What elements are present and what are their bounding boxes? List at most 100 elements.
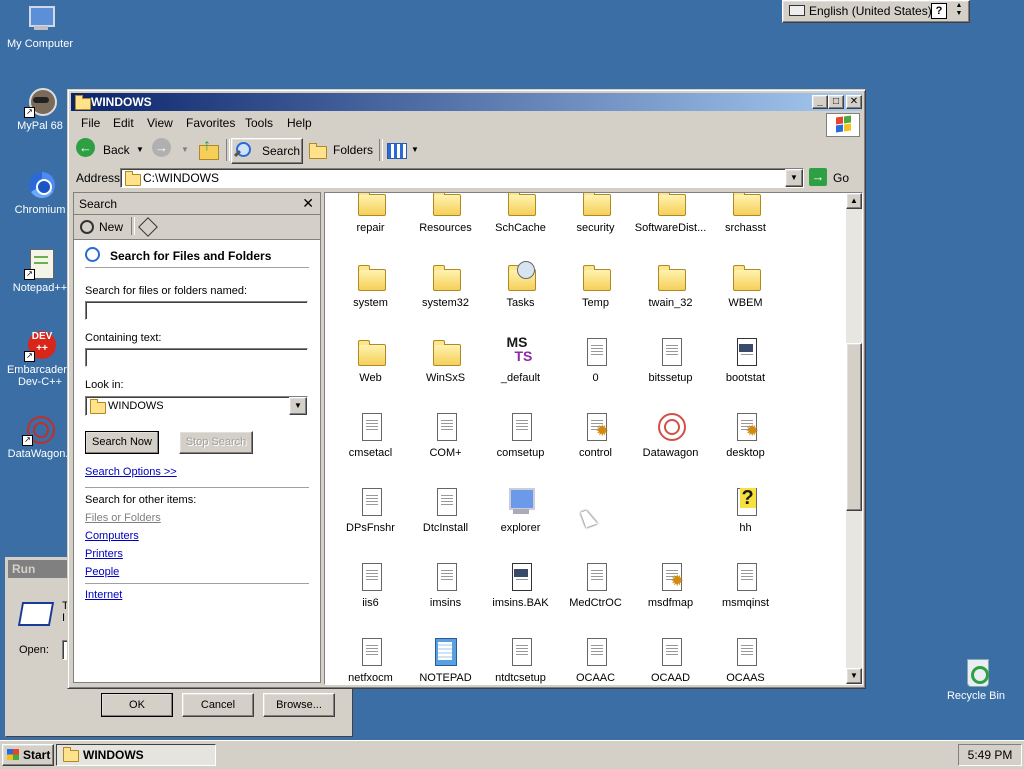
file-item[interactable]: OCAAC <box>558 636 633 684</box>
file-name: netfxocm <box>348 672 393 684</box>
file-item[interactable]: twain_32 <box>633 261 708 309</box>
desktop-icon-recycle-bin[interactable]: Recycle Bin <box>936 656 1016 702</box>
menu-favorites[interactable]: Favorites <box>186 116 235 130</box>
scroll-up-button[interactable]: ▲ <box>846 193 862 209</box>
file-item[interactable]: iis6 <box>333 561 408 609</box>
file-item[interactable]: srchasst <box>708 193 783 234</box>
file-item[interactable]: SchCache <box>483 193 558 234</box>
maximize-button[interactable]: □ <box>828 95 844 109</box>
file-item[interactable]: msmqinst <box>708 561 783 609</box>
vertical-scrollbar[interactable]: ▲ ▼ <box>846 193 862 684</box>
file-item[interactable]: MS TS _default <box>483 335 558 384</box>
file-item[interactable]: Resources <box>408 193 483 234</box>
language-bar[interactable]: English (United States) ? ▲ ▼ <box>782 0 970 23</box>
stop-search-button[interactable]: Stop Search <box>179 431 253 454</box>
file-item[interactable]: Web <box>333 336 408 384</box>
forward-dropdown-icon[interactable]: ▼ <box>181 138 189 162</box>
file-item[interactable]: DPsFnshr <box>333 486 408 534</box>
file-item[interactable]: MedCtrOC <box>558 561 633 609</box>
file-item[interactable]: NOTEPAD <box>408 636 483 684</box>
file-list[interactable]: repair Resources SchCache security SoftwareD… <box>324 192 863 685</box>
scroll-down-button[interactable]: ▼ <box>846 668 862 684</box>
file-item[interactable]: explorer <box>483 486 558 534</box>
address-dropdown-button[interactable]: ▼ <box>785 169 803 187</box>
new-search-button[interactable]: New <box>99 220 123 234</box>
lookin-select[interactable]: WINDOWS ▼ <box>85 396 308 416</box>
search-now-button[interactable]: Search Now <box>85 431 159 454</box>
file-item[interactable]: Datawagon <box>633 411 708 459</box>
search-options-link[interactable]: Search Options >> <box>85 466 177 478</box>
run-ok-button[interactable]: OK <box>101 693 173 717</box>
back-dropdown-icon[interactable]: ▼ <box>136 138 144 162</box>
datawagon-icon: ↗ <box>22 414 55 446</box>
langbar-options-arrow-icon[interactable]: ▲ ▼ <box>953 2 965 19</box>
explorer-window[interactable]: WINDOWS _ □ ✕ File Edit View Favorites T… <box>67 89 866 689</box>
file-item[interactable]: system32 <box>408 261 483 309</box>
file-item[interactable]: bitssetup <box>633 336 708 384</box>
desktop-icon-my-computer[interactable]: My Computer <box>0 4 80 50</box>
file-item[interactable]: ? hh <box>708 486 783 534</box>
file-item[interactable]: ntdtcsetup <box>483 636 558 684</box>
close-button[interactable]: ✕ <box>846 95 862 109</box>
file-item[interactable]: SoftwareDist... <box>633 193 708 234</box>
menu-tools[interactable]: Tools <box>245 116 273 130</box>
scrollbar-thumb[interactable] <box>846 343 862 511</box>
back-arrow-icon[interactable]: ← <box>76 138 95 157</box>
help-icon[interactable]: ? <box>931 3 947 19</box>
file-item[interactable]: imsins.BAK <box>483 561 558 609</box>
window-titlebar[interactable]: WINDOWS _ □ ✕ <box>71 93 862 111</box>
run-browse-button[interactable]: Browse... <box>263 693 335 717</box>
file-item[interactable]: Tasks <box>483 261 558 309</box>
menu-file[interactable]: File <box>81 116 100 130</box>
file-item[interactable]: COM+ <box>408 411 483 459</box>
menu-edit[interactable]: Edit <box>113 116 134 130</box>
language-indicator[interactable]: English (United States) <box>789 4 932 18</box>
go-button[interactable]: Go <box>833 171 849 185</box>
file-item[interactable]: WinSxS <box>408 336 483 384</box>
named-input[interactable] <box>85 301 308 320</box>
files-or-folders-link[interactable]: Files or Folders <box>85 512 161 524</box>
search-button[interactable]: Search <box>231 138 303 164</box>
lookin-dropdown-button[interactable]: ▼ <box>289 397 307 415</box>
file-item[interactable]: ✹ msdfmap <box>633 561 708 609</box>
run-cancel-button[interactable]: Cancel <box>182 693 254 717</box>
views-button[interactable]: ▼ <box>385 138 421 162</box>
computers-link[interactable]: Computers <box>85 530 139 542</box>
forward-arrow-icon[interactable]: → <box>152 138 171 157</box>
menu-help[interactable]: Help <box>287 116 312 130</box>
menu-view[interactable]: View <box>147 116 173 130</box>
folders-button[interactable]: Folders <box>305 138 375 162</box>
file-item[interactable]: repair <box>333 193 408 234</box>
file-item[interactable]: OCAAS <box>708 636 783 684</box>
printers-link[interactable]: Printers <box>85 548 123 560</box>
file-item[interactable]: comsetup <box>483 411 558 459</box>
file-item[interactable]: imsins <box>408 561 483 609</box>
file-item[interactable]: system <box>333 261 408 309</box>
start-button[interactable]: Start <box>2 744 54 766</box>
file-name: COM+ <box>429 447 462 459</box>
go-arrow-icon[interactable]: → <box>809 168 827 186</box>
up-folder-icon[interactable]: ↑ <box>197 137 219 162</box>
containing-input[interactable] <box>85 348 308 367</box>
back-button[interactable]: Back <box>103 138 130 162</box>
file-item[interactable]: ✹ desktop <box>708 411 783 459</box>
file-item[interactable]: Temp <box>558 261 633 309</box>
internet-link[interactable]: Internet <box>85 589 122 601</box>
search-history-icon[interactable] <box>138 217 158 237</box>
close-pane-icon[interactable]: ✕ <box>302 195 314 212</box>
file-item[interactable]: WBEM <box>708 261 783 309</box>
file-item[interactable]: ✹ control <box>558 411 633 459</box>
file-item[interactable]: DtcInstall <box>408 486 483 534</box>
file-item[interactable]: bootstat <box>708 336 783 384</box>
file-item[interactable]: cmsetacl <box>333 411 408 459</box>
minimize-button[interactable]: _ <box>812 95 828 109</box>
file-item[interactable]: OCAAD <box>633 636 708 684</box>
taskbar-button-windows[interactable]: WINDOWS <box>56 744 216 766</box>
file-item[interactable]: security <box>558 193 633 234</box>
people-link[interactable]: People <box>85 566 119 578</box>
address-input[interactable]: C:\WINDOWS ▼ <box>120 168 804 188</box>
system-tray-clock[interactable]: 5:49 PM <box>958 744 1022 766</box>
file-item[interactable]: 0 <box>558 336 633 384</box>
new-search-icon[interactable] <box>80 220 94 234</box>
file-item[interactable]: netfxocm <box>333 636 408 684</box>
